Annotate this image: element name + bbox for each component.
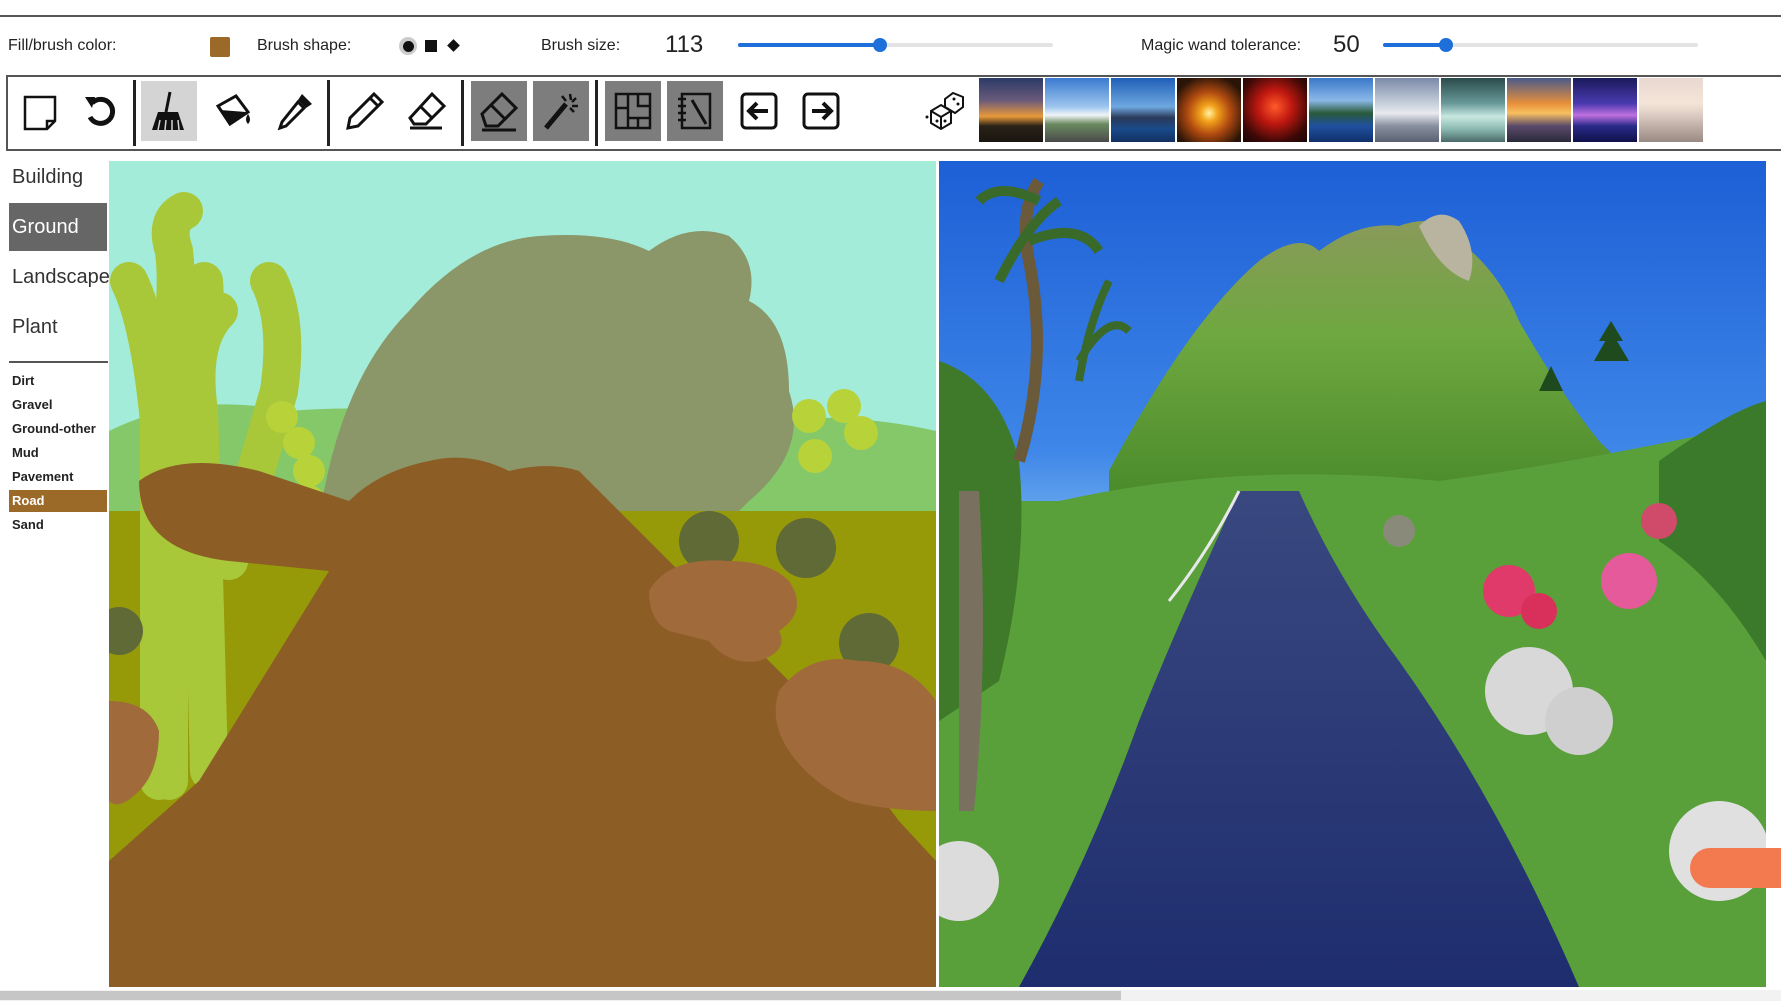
undo-icon[interactable]: [73, 81, 129, 141]
segmentation-drawing: [109, 161, 936, 987]
fill-color-swatch[interactable]: [210, 37, 230, 57]
category-divider: [9, 361, 108, 363]
style-thumbnail[interactable]: [1573, 78, 1637, 142]
segment-icon[interactable]: [605, 81, 661, 141]
generated-image: [939, 161, 1766, 987]
brush-size-slider[interactable]: [738, 38, 1053, 52]
brush-size-slider-handle[interactable]: [872, 38, 887, 52]
paint-bucket-icon[interactable]: [205, 81, 261, 141]
arrow-left-icon[interactable]: [731, 81, 787, 141]
subcategory-dirt[interactable]: Dirt: [9, 370, 107, 392]
diamond-icon[interactable]: [447, 39, 460, 52]
style-thumbnail[interactable]: [1375, 78, 1439, 142]
toolbar-separator: [327, 80, 330, 146]
category-plant[interactable]: Plant: [9, 303, 107, 351]
style-thumbnail[interactable]: [1507, 78, 1571, 142]
style-thumbnail[interactable]: [979, 78, 1043, 142]
brush-size-slider-fill: [738, 43, 880, 47]
subcategory-gravel[interactable]: Gravel: [9, 394, 107, 416]
style-thumbnail[interactable]: [1177, 78, 1241, 142]
toolbar-bottom-divider: [7, 149, 1781, 151]
brush-size-value: 113: [665, 31, 704, 58]
toolbar-separator: [461, 80, 464, 146]
brush-shape-label: Brush shape:: [257, 37, 352, 54]
style-thumbnail[interactable]: [1045, 78, 1109, 142]
wand-tolerance-value: 50: [1333, 31, 1360, 58]
wand-tolerance-slider[interactable]: [1383, 38, 1698, 52]
fill-color-label: Fill/brush color:: [8, 37, 117, 54]
subcategory-road[interactable]: Road: [9, 490, 107, 512]
brush-cursor-mark: [1690, 848, 1781, 888]
toolbar-separator: [133, 80, 136, 146]
wand-tolerance-slider-handle[interactable]: [1439, 38, 1453, 52]
category-building[interactable]: Building: [9, 153, 107, 201]
category-ground[interactable]: Ground: [9, 203, 107, 251]
square-icon[interactable]: [425, 40, 437, 52]
style-thumbnail[interactable]: [1441, 78, 1505, 142]
brush-size-label: Brush size:: [541, 37, 621, 54]
wand-tolerance-label: Magic wand tolerance:: [1141, 37, 1302, 54]
pencil-icon[interactable]: [337, 81, 393, 141]
subcategory-ground-other[interactable]: Ground-other: [9, 418, 107, 440]
segmentation-canvas[interactable]: [109, 161, 936, 987]
category-landscape[interactable]: Landscape: [9, 253, 110, 301]
big-eraser-icon[interactable]: [471, 81, 527, 141]
style-thumbnail[interactable]: [1243, 78, 1307, 142]
horizontal-scrollbar-thumb[interactable]: [0, 991, 1121, 1000]
style-thumbnail[interactable]: [1309, 78, 1373, 142]
options-bar: Fill/brush color: Brush shape: Brush siz…: [0, 17, 1781, 75]
style-thumbnail[interactable]: [1111, 78, 1175, 142]
toolbar-separator: [595, 80, 598, 146]
toolbar: [7, 77, 1781, 149]
style-thumbnail[interactable]: [1639, 78, 1703, 142]
magic-wand-icon[interactable]: [533, 81, 589, 141]
eyedropper-icon[interactable]: [267, 81, 323, 141]
subcategory-mud[interactable]: Mud: [9, 442, 107, 464]
dice-icon[interactable]: [917, 81, 973, 141]
eraser-icon[interactable]: [399, 81, 455, 141]
generated-landscape: [939, 161, 1766, 987]
wand-tolerance-slider-fill: [1383, 43, 1446, 47]
arrow-right-icon[interactable]: [793, 81, 849, 141]
notebook-icon[interactable]: [667, 81, 723, 141]
new-canvas-icon[interactable]: [13, 81, 69, 141]
circle-icon[interactable]: [399, 37, 417, 55]
subcategory-pavement[interactable]: Pavement: [9, 466, 107, 488]
subcategory-sand[interactable]: Sand: [9, 514, 107, 536]
broom-icon[interactable]: [141, 81, 197, 141]
